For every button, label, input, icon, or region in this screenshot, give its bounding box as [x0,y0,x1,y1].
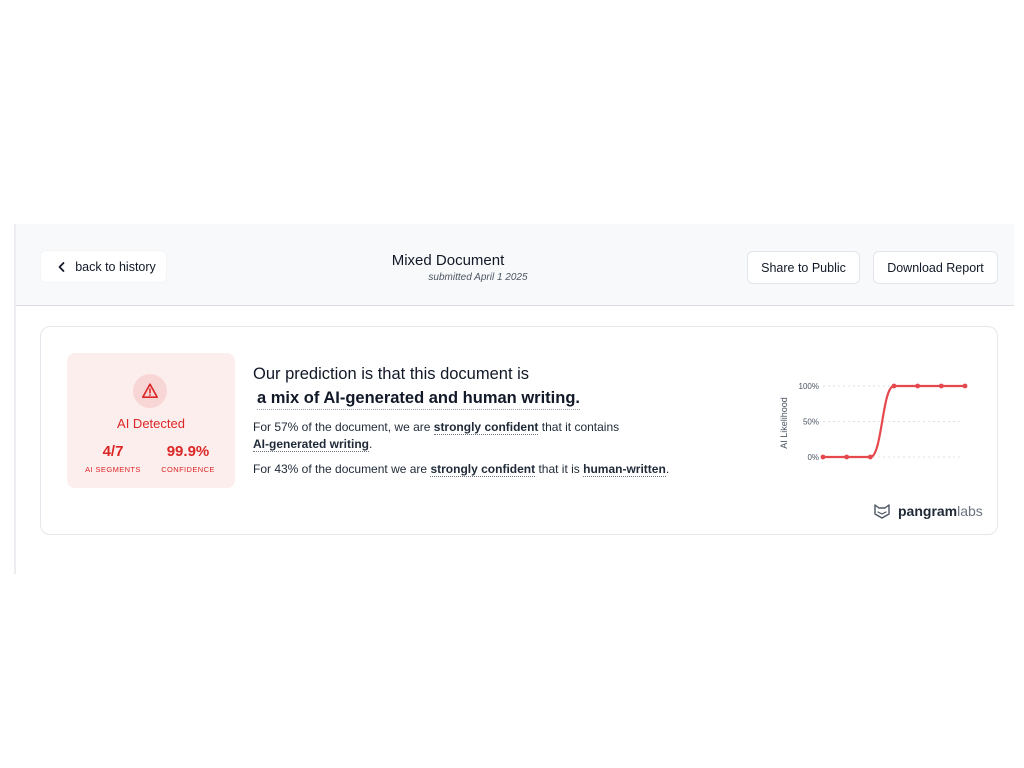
chart-data-point [938,383,944,389]
period-2: . [665,462,670,476]
chart-data-point [820,454,826,460]
ai-portion-text-cont: that it contains [538,420,620,434]
back-to-history-button[interactable]: back to history [40,250,167,283]
human-written-link[interactable]: human-written [583,462,666,477]
confidence-value: 99.9% [166,443,210,460]
strongly-confident-link-2[interactable]: strongly confident [430,462,536,477]
back-to-history-label: back to history [75,259,156,274]
chart-y-tick-label: 100% [799,382,819,391]
ai-segments-label: AI SEGMENTS [85,465,141,474]
chart-y-tick-label: 50% [803,418,819,427]
download-report-button[interactable]: Download Report [873,251,998,284]
warning-triangle-icon [142,383,158,398]
share-to-public-button[interactable]: Share to Public [747,251,860,284]
human-portion-text-mid: that it is [535,462,584,476]
human-portion-sentence: For 43% of the document we are strongly … [253,461,669,478]
document-submitted-date: submitted April 1 2025 [428,272,528,283]
pangramlabs-logo: pangram labs [873,503,983,519]
verdict-panel: AI Detected 4/7 99.9% AI SEGMENTS CONFID… [67,353,235,488]
chart-data-point [867,454,873,460]
chevron-left-icon [58,261,65,272]
period: . [369,437,373,451]
brand-name-light: labs [957,503,983,519]
warning-badge [133,374,167,408]
ai-portion-sentence-end: AI-generated writing. [253,436,372,453]
chart-data-point [915,383,921,389]
chart-y-tick-label: 0% [807,453,819,461]
brand-name-bold: pangram [898,503,958,519]
confidence-label: CONFIDENCE [161,465,215,474]
ai-portion-sentence: For 57% of the document, we are strongly… [253,419,619,436]
ai-segments-value: 4/7 [102,443,124,460]
result-card: AI Detected 4/7 99.9% AI SEGMENTS CONFID… [40,326,998,535]
app-window: back to history Mixed Document submitted… [14,224,1014,574]
pangram-cat-icon [874,504,890,519]
strongly-confident-link[interactable]: strongly confident [433,420,539,435]
chart-data-point [844,454,850,460]
document-title: Mixed Document [391,252,505,269]
verdict-label: AI Detected [117,416,185,431]
chart-data-point [962,383,968,389]
ai-portion-text: For 57% of the document, we are [253,420,434,434]
ai-generated-writing-link[interactable]: AI-generated writing [253,437,370,452]
chart-grid [823,385,963,458]
prediction-intro: Our prediction is that this document is [253,365,530,383]
chart-data-point [891,383,897,389]
header: back to history Mixed Document submitted… [16,224,1014,306]
prediction-result[interactable]: a mix of AI-generated and human writing. [257,389,581,410]
human-portion-text: For 43% of the document we are [253,462,431,476]
chart-y-axis-label: AI Likelihood [779,397,789,449]
chart-y-ticks: 100% 50% 0% [799,382,819,461]
ai-likelihood-chart: 100% 50% 0% AI Likelihood [779,382,968,461]
